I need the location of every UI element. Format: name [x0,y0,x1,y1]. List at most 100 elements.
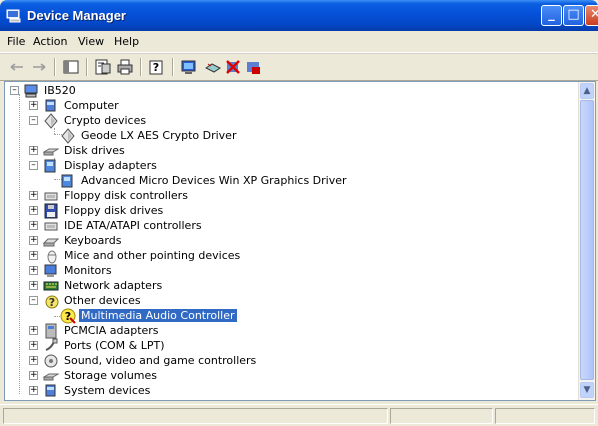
expand-toggle[interactable]: + [29,266,38,275]
tree-root[interactable]: – IB520 [10,83,78,98]
collapse-toggle[interactable]: – [29,296,38,305]
menu-file[interactable]: File [7,35,25,48]
computer-icon [24,84,38,97]
menu-bar: File Action View Help [0,31,598,53]
controller-icon [44,222,58,230]
status-bar [0,404,598,426]
collapse-toggle[interactable]: – [29,161,38,170]
tree-item-label: PCMCIA adapters [64,324,159,337]
tree-category[interactable]: – Display adapters [29,158,159,173]
tree-category[interactable]: + Mice and other pointing devices [29,248,242,263]
tree-category[interactable]: + Storage volumes [29,368,159,383]
tree-category[interactable]: – Crypto devices [29,112,148,129]
crypto-icon [61,127,75,144]
expand-toggle[interactable]: + [29,386,38,395]
maximize-button[interactable]: □ [563,5,584,26]
tree-category[interactable]: + Disk drives [29,143,127,158]
expand-toggle[interactable]: + [29,281,38,290]
scan-hardware-icon[interactable] [180,58,198,76]
back-arrow-icon[interactable] [8,58,26,76]
scroll-down-button[interactable]: ▼ [580,382,594,398]
tree-category[interactable]: –? Other devices [29,293,143,309]
vertical-scrollbar[interactable]: ▲ ▼ [578,82,595,400]
tree-item-label: Floppy disk controllers [64,189,188,202]
tree-category[interactable]: + IDE ATA/ATAPI controllers [29,218,204,233]
crypto-icon [44,112,58,129]
toolbar-separator [54,58,56,76]
keyboard-icon [43,238,59,246]
expand-toggle[interactable]: + [29,356,38,365]
properties-icon[interactable] [94,58,112,76]
disk-icon [43,373,59,380]
display-icon [61,174,73,187]
device-manager-window: Device Manager _ □ ✕ File Action View He… [0,0,598,426]
tree-category[interactable]: + Ports (COM & LPT) [29,338,167,353]
tree-item-label: Geode LX AES Crypto Driver [81,129,237,142]
tree-child-item[interactable]: ? Multimedia Audio Controller [60,308,237,324]
tree-category[interactable]: + Keyboards [29,233,123,248]
maximize-icon: □ [567,7,580,22]
collapse-toggle[interactable]: – [29,116,38,125]
expand-toggle[interactable]: + [29,341,38,350]
expand-toggle[interactable]: + [29,101,38,110]
print-icon[interactable] [116,58,134,76]
menu-help[interactable]: Help [114,35,139,48]
tree-category[interactable]: + Sound, video and game controllers [29,353,258,368]
menu-action[interactable]: Action [33,35,67,48]
pcmcia-icon [45,323,57,338]
floppy-icon [44,203,58,218]
menu-view[interactable]: View [78,35,104,48]
tree-item-label: Other devices [64,294,141,307]
tree-item-label: Floppy disk drives [64,204,164,217]
tree-category[interactable]: + Floppy disk drives [29,203,165,218]
toolbar: ? [0,53,598,81]
expand-toggle[interactable]: + [29,191,38,200]
tree-category[interactable]: + Computer [29,98,121,113]
close-button[interactable]: ✕ [585,5,598,26]
expand-toggle[interactable]: + [29,251,38,260]
window-title: Device Manager [27,8,126,23]
title-bar[interactable]: Device Manager _ □ ✕ [0,0,598,31]
tree-item-label: System devices [64,384,151,397]
tree-category[interactable]: + Network adapters [29,278,164,293]
tree-item-label: Multimedia Audio Controller [79,309,237,322]
tree-item-label: Mice and other pointing devices [64,249,241,262]
tree-category[interactable]: + Floppy disk controllers [29,188,190,203]
tree-category[interactable]: + System devices [29,383,152,398]
expand-toggle[interactable]: + [29,221,38,230]
tree-child-item[interactable]: Advanced Micro Devices Win XP Graphics D… [60,173,349,188]
tree-item-label: Computer [64,99,119,112]
device-manager-icon [6,9,21,23]
scroll-up-button[interactable]: ▲ [580,83,594,99]
expand-toggle[interactable]: + [29,371,38,380]
svg-text:?: ? [153,61,159,74]
tree-item-label: Network adapters [64,279,163,292]
forward-arrow-icon[interactable] [30,58,48,76]
computer-icon [45,384,56,396]
computer-icon [45,99,56,111]
expand-toggle[interactable]: + [29,146,38,155]
close-icon: ✕ [590,7,598,22]
tree-item-label: Ports (COM & LPT) [64,339,165,352]
console-tree-icon[interactable] [62,58,80,76]
disable-icon[interactable] [244,58,262,76]
scroll-thumb[interactable] [580,100,594,380]
disk-icon [43,148,59,155]
network-icon [43,281,59,290]
tree-item-label: Crypto devices [64,114,147,127]
collapse-toggle[interactable]: – [10,86,19,95]
update-driver-icon[interactable] [204,58,222,76]
tree-category[interactable]: + PCMCIA adapters [29,323,161,338]
expand-toggle[interactable]: + [29,236,38,245]
status-pane-secondary [390,408,493,424]
tree-item-label: Storage volumes [64,369,158,382]
expand-toggle[interactable]: + [29,326,38,335]
device-tree[interactable]: – IB520 + Computer – Crypto devices Geode LX… [5,82,580,400]
tree-child-item[interactable]: Geode LX AES Crypto Driver [60,127,238,144]
tree-category[interactable]: + Monitors [29,263,114,278]
help-icon[interactable]: ? [148,58,166,76]
uninstall-icon[interactable] [224,58,242,76]
expand-toggle[interactable]: + [29,206,38,215]
display-icon [44,159,56,172]
minimize-button[interactable]: _ [541,5,562,26]
